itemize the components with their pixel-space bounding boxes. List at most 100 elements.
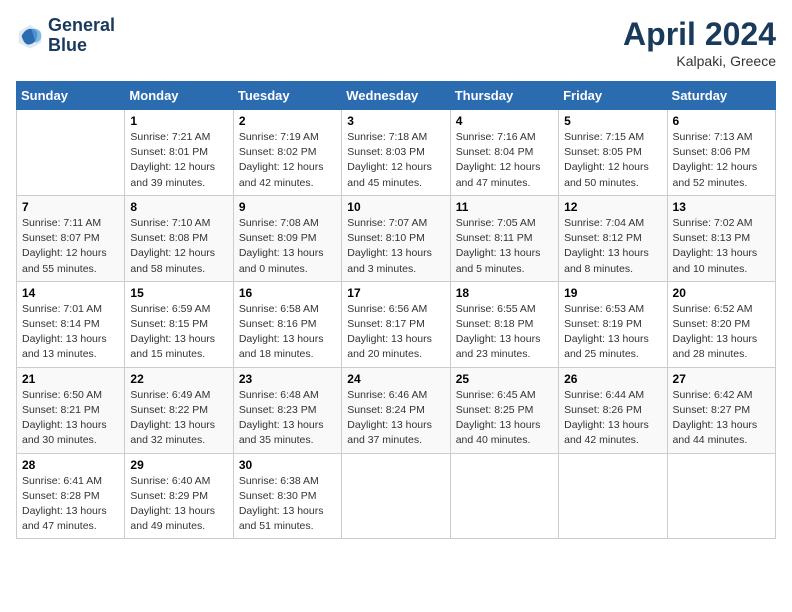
day-number: 16	[239, 286, 336, 300]
day-number: 24	[347, 372, 444, 386]
logo: General Blue	[16, 16, 115, 56]
weekday-header-saturday: Saturday	[667, 82, 775, 110]
day-number: 27	[673, 372, 770, 386]
calendar-cell	[342, 453, 450, 539]
calendar-cell: 20 Sunrise: 6:52 AM Sunset: 8:20 PM Dayli…	[667, 281, 775, 367]
day-info: Sunrise: 6:49 AM Sunset: 8:22 PM Dayligh…	[130, 388, 227, 449]
title-block: April 2024 Kalpaki, Greece	[623, 16, 776, 69]
day-number: 6	[673, 114, 770, 128]
day-info: Sunrise: 7:07 AM Sunset: 8:10 PM Dayligh…	[347, 216, 444, 277]
calendar-cell: 13 Sunrise: 7:02 AM Sunset: 8:13 PM Dayli…	[667, 195, 775, 281]
calendar-cell: 19 Sunrise: 6:53 AM Sunset: 8:19 PM Dayli…	[559, 281, 667, 367]
day-number: 12	[564, 200, 661, 214]
calendar-table: SundayMondayTuesdayWednesdayThursdayFrid…	[16, 81, 776, 539]
calendar-cell: 24 Sunrise: 6:46 AM Sunset: 8:24 PM Dayli…	[342, 367, 450, 453]
day-info: Sunrise: 7:13 AM Sunset: 8:06 PM Dayligh…	[673, 130, 770, 191]
day-number: 20	[673, 286, 770, 300]
day-info: Sunrise: 6:46 AM Sunset: 8:24 PM Dayligh…	[347, 388, 444, 449]
calendar-cell: 14 Sunrise: 7:01 AM Sunset: 8:14 PM Dayli…	[17, 281, 125, 367]
day-info: Sunrise: 7:16 AM Sunset: 8:04 PM Dayligh…	[456, 130, 553, 191]
day-info: Sunrise: 6:56 AM Sunset: 8:17 PM Dayligh…	[347, 302, 444, 363]
calendar-cell: 6 Sunrise: 7:13 AM Sunset: 8:06 PM Daylig…	[667, 110, 775, 196]
day-number: 22	[130, 372, 227, 386]
calendar-week-row: 1Sunrise: 7:21 AM Sunset: 8:01 PM Daylig…	[17, 110, 776, 196]
calendar-cell	[667, 453, 775, 539]
calendar-cell: 17 Sunrise: 6:56 AM Sunset: 8:17 PM Dayli…	[342, 281, 450, 367]
calendar-cell: 2 Sunrise: 7:19 AM Sunset: 8:02 PM Daylig…	[233, 110, 341, 196]
weekday-header-sunday: Sunday	[17, 82, 125, 110]
day-number: 28	[22, 458, 119, 472]
calendar-cell: 9 Sunrise: 7:08 AM Sunset: 8:09 PM Daylig…	[233, 195, 341, 281]
day-info: Sunrise: 6:45 AM Sunset: 8:25 PM Dayligh…	[456, 388, 553, 449]
day-number: 17	[347, 286, 444, 300]
day-info: Sunrise: 7:05 AM Sunset: 8:11 PM Dayligh…	[456, 216, 553, 277]
day-info: Sunrise: 7:19 AM Sunset: 8:02 PM Dayligh…	[239, 130, 336, 191]
calendar-cell: 16 Sunrise: 6:58 AM Sunset: 8:16 PM Dayli…	[233, 281, 341, 367]
calendar-cell: 4 Sunrise: 7:16 AM Sunset: 8:04 PM Daylig…	[450, 110, 558, 196]
day-info: Sunrise: 6:52 AM Sunset: 8:20 PM Dayligh…	[673, 302, 770, 363]
day-info: Sunrise: 6:58 AM Sunset: 8:16 PM Dayligh…	[239, 302, 336, 363]
calendar-cell	[17, 110, 125, 196]
day-info: Sunrise: 7:15 AM Sunset: 8:05 PM Dayligh…	[564, 130, 661, 191]
calendar-cell: 29Sunrise: 6:40 AM Sunset: 8:29 PM Dayli…	[125, 453, 233, 539]
weekday-header-monday: Monday	[125, 82, 233, 110]
calendar-cell: 5 Sunrise: 7:15 AM Sunset: 8:05 PM Daylig…	[559, 110, 667, 196]
calendar-cell: 23 Sunrise: 6:48 AM Sunset: 8:23 PM Dayli…	[233, 367, 341, 453]
calendar-week-row: 14 Sunrise: 7:01 AM Sunset: 8:14 PM Dayli…	[17, 281, 776, 367]
day-number: 15	[130, 286, 227, 300]
day-number: 4	[456, 114, 553, 128]
day-number: 29	[130, 458, 227, 472]
calendar-cell: 1Sunrise: 7:21 AM Sunset: 8:01 PM Daylig…	[125, 110, 233, 196]
day-info: Sunrise: 7:10 AM Sunset: 8:08 PM Dayligh…	[130, 216, 227, 277]
page-header: General Blue April 2024 Kalpaki, Greece	[16, 16, 776, 69]
weekday-header-tuesday: Tuesday	[233, 82, 341, 110]
calendar-cell	[559, 453, 667, 539]
calendar-cell: 26Sunrise: 6:44 AM Sunset: 8:26 PM Dayli…	[559, 367, 667, 453]
calendar-cell: 30 Sunrise: 6:38 AM Sunset: 8:30 PM Dayli…	[233, 453, 341, 539]
weekday-header-friday: Friday	[559, 82, 667, 110]
calendar-cell: 7Sunrise: 7:11 AM Sunset: 8:07 PM Daylig…	[17, 195, 125, 281]
weekday-header-wednesday: Wednesday	[342, 82, 450, 110]
day-info: Sunrise: 7:21 AM Sunset: 8:01 PM Dayligh…	[130, 130, 227, 191]
day-info: Sunrise: 6:59 AM Sunset: 8:15 PM Dayligh…	[130, 302, 227, 363]
calendar-cell: 28Sunrise: 6:41 AM Sunset: 8:28 PM Dayli…	[17, 453, 125, 539]
day-info: Sunrise: 7:08 AM Sunset: 8:09 PM Dayligh…	[239, 216, 336, 277]
calendar-cell: 21Sunrise: 6:50 AM Sunset: 8:21 PM Dayli…	[17, 367, 125, 453]
day-number: 30	[239, 458, 336, 472]
day-number: 10	[347, 200, 444, 214]
day-info: Sunrise: 6:38 AM Sunset: 8:30 PM Dayligh…	[239, 474, 336, 535]
day-info: Sunrise: 6:42 AM Sunset: 8:27 PM Dayligh…	[673, 388, 770, 449]
day-number: 3	[347, 114, 444, 128]
day-number: 13	[673, 200, 770, 214]
calendar-cell: 15 Sunrise: 6:59 AM Sunset: 8:15 PM Dayli…	[125, 281, 233, 367]
calendar-cell: 22 Sunrise: 6:49 AM Sunset: 8:22 PM Dayli…	[125, 367, 233, 453]
day-info: Sunrise: 6:48 AM Sunset: 8:23 PM Dayligh…	[239, 388, 336, 449]
day-info: Sunrise: 7:04 AM Sunset: 8:12 PM Dayligh…	[564, 216, 661, 277]
day-info: Sunrise: 7:01 AM Sunset: 8:14 PM Dayligh…	[22, 302, 119, 363]
calendar-cell: 12 Sunrise: 7:04 AM Sunset: 8:12 PM Dayli…	[559, 195, 667, 281]
day-number: 14	[22, 286, 119, 300]
logo-icon	[16, 22, 44, 50]
day-info: Sunrise: 7:11 AM Sunset: 8:07 PM Dayligh…	[22, 216, 119, 277]
calendar-cell: 10 Sunrise: 7:07 AM Sunset: 8:10 PM Dayli…	[342, 195, 450, 281]
calendar-cell: 25 Sunrise: 6:45 AM Sunset: 8:25 PM Dayli…	[450, 367, 558, 453]
day-number: 18	[456, 286, 553, 300]
day-number: 23	[239, 372, 336, 386]
calendar-cell: 11Sunrise: 7:05 AM Sunset: 8:11 PM Dayli…	[450, 195, 558, 281]
day-info: Sunrise: 7:18 AM Sunset: 8:03 PM Dayligh…	[347, 130, 444, 191]
day-info: Sunrise: 7:02 AM Sunset: 8:13 PM Dayligh…	[673, 216, 770, 277]
day-number: 5	[564, 114, 661, 128]
weekday-header-row: SundayMondayTuesdayWednesdayThursdayFrid…	[17, 82, 776, 110]
calendar-week-row: 7Sunrise: 7:11 AM Sunset: 8:07 PM Daylig…	[17, 195, 776, 281]
day-number: 8	[130, 200, 227, 214]
calendar-week-row: 21Sunrise: 6:50 AM Sunset: 8:21 PM Dayli…	[17, 367, 776, 453]
day-number: 21	[22, 372, 119, 386]
day-number: 25	[456, 372, 553, 386]
calendar-cell: 3 Sunrise: 7:18 AM Sunset: 8:03 PM Daylig…	[342, 110, 450, 196]
day-info: Sunrise: 6:44 AM Sunset: 8:26 PM Dayligh…	[564, 388, 661, 449]
day-number: 19	[564, 286, 661, 300]
weekday-header-thursday: Thursday	[450, 82, 558, 110]
day-number: 9	[239, 200, 336, 214]
day-info: Sunrise: 6:53 AM Sunset: 8:19 PM Dayligh…	[564, 302, 661, 363]
day-number: 2	[239, 114, 336, 128]
